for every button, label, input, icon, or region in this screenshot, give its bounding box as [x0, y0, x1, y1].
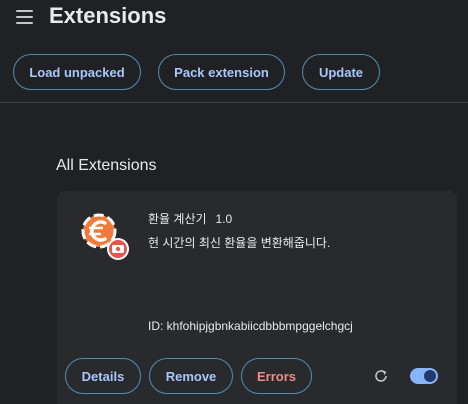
- extension-version: 1.0: [215, 212, 233, 226]
- enable-toggle[interactable]: [410, 368, 438, 384]
- reload-icon[interactable]: [373, 368, 389, 384]
- toolbar-divider: [0, 102, 468, 103]
- extension-name: 환율 계산기: [148, 212, 207, 226]
- page-title: Extensions: [49, 3, 167, 28]
- errors-button[interactable]: Errors: [241, 358, 312, 394]
- page-header: Extensions: [0, 0, 468, 34]
- load-unpacked-button[interactable]: Load unpacked: [13, 54, 141, 90]
- toolbar: Load unpacked Pack extension Update: [0, 54, 468, 94]
- extension-card: 환율 계산기 1.0 현 시간의 최신 환율을 변환해줍니다. ID: khfoh…: [57, 191, 457, 404]
- currency-converter-icon: [79, 212, 131, 262]
- remove-button[interactable]: Remove: [149, 358, 233, 394]
- menu-icon[interactable]: [16, 10, 33, 24]
- extension-id: ID: khfohipjgbnkabiicdbbbmpggelchgcj: [148, 319, 353, 333]
- extension-title-row: 환율 계산기 1.0: [148, 210, 232, 227]
- extension-description: 현 시간의 최신 환율을 변환해줍니다.: [148, 236, 331, 250]
- update-button[interactable]: Update: [302, 54, 380, 90]
- pack-extension-button[interactable]: Pack extension: [158, 54, 285, 90]
- details-button[interactable]: Details: [65, 358, 141, 394]
- section-title: All Extensions: [56, 157, 157, 174]
- toggle-knob: [424, 370, 436, 382]
